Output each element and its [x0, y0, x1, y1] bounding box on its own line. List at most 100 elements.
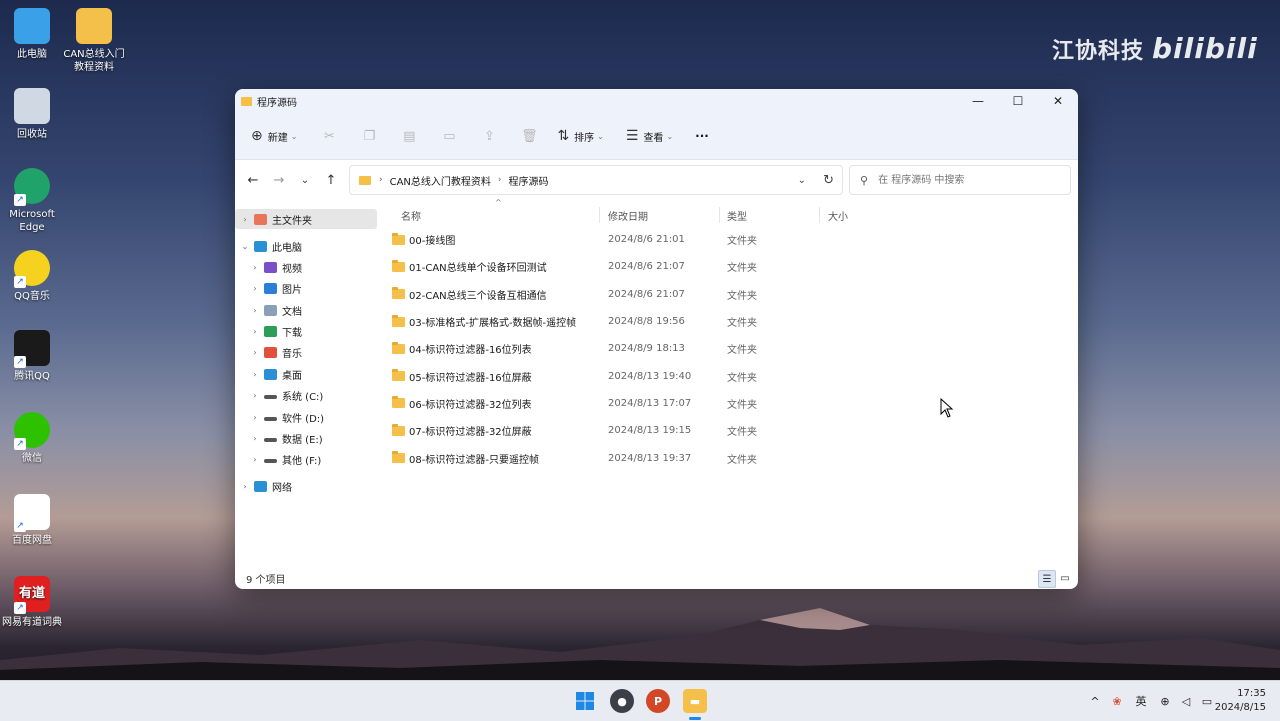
column-header-type[interactable]: 类型: [727, 208, 747, 223]
file-date: 2024/8/13 17:07: [608, 397, 692, 409]
title-bar[interactable]: 程序源码 — ☐ ✕: [235, 89, 1078, 113]
table-row[interactable]: 07-标识符过滤器-32位屏蔽 2024/8/13 19:15 文件夹: [385, 417, 1075, 444]
address-bar[interactable]: › CAN总线入门教程资料 › 程序源码 ⌄ ↻: [349, 165, 843, 195]
sort-button[interactable]: ⇅ 排序 ⌄: [557, 128, 603, 144]
desktop-shortcut[interactable]: CAN总线入门教程资料: [62, 8, 126, 74]
sidebar-item[interactable]: › 桌面: [235, 364, 302, 384]
sidebar-item[interactable]: › 系统 (C:): [235, 385, 323, 405]
chevron-right-icon[interactable]: ›: [249, 327, 261, 336]
clock[interactable]: 17:35 2024/8/15: [1215, 687, 1266, 715]
forward-arrow-icon[interactable]: →: [266, 173, 292, 188]
sidebar-item[interactable]: › 主文件夹: [235, 209, 377, 229]
sidebar-item[interactable]: › 视频: [235, 257, 302, 277]
breadcrumb-segment[interactable]: 程序源码: [509, 173, 549, 188]
minimize-button[interactable]: —: [958, 89, 998, 113]
desktop-shortcut[interactable]: ↗ Microsoft Edge: [0, 168, 64, 234]
sidebar-item[interactable]: › 下载: [235, 321, 302, 341]
table-row[interactable]: 01-CAN总线单个设备环回测试 2024/8/6 21:07 文件夹: [385, 253, 1075, 280]
sidebar-item[interactable]: › 网络: [235, 476, 292, 496]
sidebar-item[interactable]: › 其他 (F:): [235, 449, 321, 469]
mouse-cursor-icon: [940, 398, 954, 418]
download-icon: [264, 325, 277, 337]
chevron-right-icon[interactable]: ›: [249, 306, 261, 315]
sidebar-item[interactable]: ⌄ 此电脑: [235, 236, 302, 256]
paste-icon[interactable]: ▤: [397, 129, 421, 144]
file-name: 05-标识符过滤器-16位屏蔽: [409, 372, 532, 384]
powerpoint-icon[interactable]: P: [646, 689, 670, 713]
refresh-icon[interactable]: ↻: [823, 173, 834, 188]
table-row[interactable]: 02-CAN总线三个设备互相通信 2024/8/6 21:07 文件夹: [385, 281, 1075, 308]
chevron-right-icon[interactable]: ›: [249, 263, 261, 272]
app-tray-icon[interactable]: ❀: [1106, 695, 1128, 708]
chevron-right-icon[interactable]: ›: [249, 391, 261, 400]
chevron-right-icon[interactable]: ›: [249, 434, 261, 443]
breadcrumb-segment[interactable]: CAN总线入门教程资料: [390, 173, 491, 188]
table-row[interactable]: 06-标识符过滤器-32位列表 2024/8/13 17:07 文件夹: [385, 390, 1075, 417]
pictures-icon: [264, 282, 277, 294]
column-divider[interactable]: [719, 207, 720, 223]
delete-icon[interactable]: 🗑: [517, 129, 541, 144]
more-button[interactable]: ···: [695, 129, 709, 143]
desktop-shortcut[interactable]: ↗ QQ音乐: [0, 250, 64, 303]
file-explorer-icon[interactable]: ▬: [683, 689, 707, 713]
chevron-right-icon[interactable]: ›: [249, 413, 261, 422]
table-row[interactable]: 08-标识符过滤器-只要遥控帧 2024/8/13 19:37 文件夹: [385, 444, 1075, 471]
column-header-size[interactable]: 大小: [828, 208, 848, 223]
search-box[interactable]: ⚲: [849, 165, 1071, 195]
drive-c-icon: [264, 394, 277, 399]
close-button[interactable]: ✕: [1038, 89, 1078, 113]
ime-indicator[interactable]: 英: [1128, 693, 1154, 709]
rename-icon[interactable]: ▭: [437, 129, 461, 144]
sidebar-item[interactable]: › 图片: [235, 278, 302, 298]
table-row[interactable]: 05-标识符过滤器-16位屏蔽 2024/8/13 19:40 文件夹: [385, 362, 1075, 389]
sidebar-item-label: 软件 (D:): [282, 413, 325, 425]
volume-icon[interactable]: ◁: [1176, 695, 1196, 708]
column-header-name[interactable]: 名称: [401, 208, 421, 223]
table-row[interactable]: 00-接线图 2024/8/6 21:01 文件夹: [385, 226, 1075, 253]
back-arrow-icon[interactable]: ←: [240, 173, 266, 188]
desktop-shortcut[interactable]: 回收站: [0, 88, 64, 141]
tray-overflow-chevron-icon[interactable]: ^: [1084, 695, 1106, 708]
chevron-right-icon[interactable]: ›: [249, 455, 261, 464]
search-input[interactable]: [876, 173, 1051, 187]
maximize-button[interactable]: ☐: [998, 89, 1038, 113]
sidebar-item[interactable]: › 音乐: [235, 342, 302, 362]
table-row[interactable]: 03-标准格式-扩展格式-数据帧-遥控帧 2024/8/8 19:56 文件夹: [385, 308, 1075, 335]
details-view-icon[interactable]: ☰: [1038, 570, 1056, 588]
folder-icon: [392, 423, 405, 436]
share-icon[interactable]: ⇪: [477, 129, 501, 144]
chevron-right-icon[interactable]: ›: [239, 215, 251, 224]
tiles-view-icon[interactable]: ▭: [1057, 570, 1073, 586]
chevron-right-icon[interactable]: ›: [249, 348, 261, 357]
desktop-shortcut-label: QQ音乐: [14, 291, 50, 302]
view-button[interactable]: ☰ 查看 ⌄: [626, 128, 673, 144]
up-arrow-icon[interactable]: ↑: [318, 173, 344, 188]
sidebar-item[interactable]: › 文档: [235, 300, 302, 320]
chevron-right-icon[interactable]: ›: [249, 284, 261, 293]
copy-icon[interactable]: ❐: [357, 129, 381, 144]
desktop-shortcut[interactable]: ↗ 百度网盘: [0, 494, 64, 547]
desktop-shortcut[interactable]: ↗ 微信: [0, 412, 64, 465]
desktop-shortcut[interactable]: 有道 ↗ 网易有道词典: [0, 576, 64, 629]
column-divider[interactable]: [819, 207, 820, 223]
sidebar-item[interactable]: › 数据 (E:): [235, 428, 322, 448]
cut-icon[interactable]: ✂: [317, 129, 341, 144]
desktop-shortcut[interactable]: ↗ 腾讯QQ: [0, 330, 64, 383]
network-icon[interactable]: ⊕: [1154, 695, 1176, 708]
new-button[interactable]: ⊕ 新建 ⌄: [251, 128, 297, 144]
sidebar-item[interactable]: › 软件 (D:): [235, 407, 324, 427]
recent-locations-icon[interactable]: ⌄: [292, 175, 318, 186]
column-header-date[interactable]: 修改日期: [608, 208, 648, 223]
column-divider[interactable]: [599, 207, 600, 223]
desktop-shortcut[interactable]: 此电脑: [0, 8, 64, 61]
shortcut-arrow-icon: ↗: [14, 356, 26, 368]
camera-app-icon[interactable]: ●: [610, 689, 634, 713]
chevron-down-icon[interactable]: ⌄: [798, 175, 806, 186]
music-icon: [264, 346, 277, 358]
chevron-right-icon[interactable]: ›: [249, 370, 261, 379]
chevron-down-icon[interactable]: ⌄: [239, 242, 251, 251]
chevron-right-icon[interactable]: ›: [239, 482, 251, 491]
table-row[interactable]: 04-标识符过滤器-16位列表 2024/8/9 18:13 文件夹: [385, 335, 1075, 362]
start-icon[interactable]: [573, 689, 597, 713]
file-type: 文件夹: [727, 236, 757, 248]
